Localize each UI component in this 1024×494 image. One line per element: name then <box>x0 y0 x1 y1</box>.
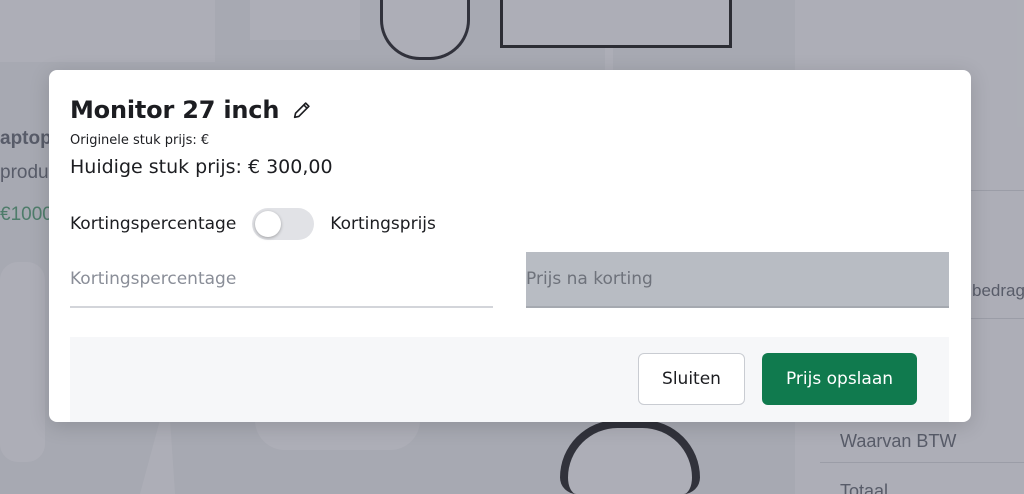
toggle-label-percentage: Kortingspercentage <box>70 214 237 234</box>
discount-percentage-field <box>70 252 493 308</box>
edit-price-dialog: Monitor 27 inch Originele stuk prijs: € … <box>49 70 971 422</box>
switch-knob <box>255 211 282 237</box>
pencil-icon[interactable] <box>291 99 313 121</box>
close-button[interactable]: Sluiten <box>638 353 745 405</box>
dialog-title: Monitor 27 inch <box>70 96 280 124</box>
save-price-button[interactable]: Prijs opslaan <box>762 353 917 405</box>
discount-mode-switch[interactable] <box>252 208 315 240</box>
price-after-discount-input <box>526 252 949 306</box>
discount-mode-toggle-row: Kortingspercentage Kortingsprijs <box>70 208 436 240</box>
discount-percentage-input[interactable] <box>70 252 493 306</box>
dialog-footer: Sluiten Prijs opslaan <box>70 337 949 422</box>
dialog-header: Monitor 27 inch <box>70 96 313 124</box>
toggle-label-price: Kortingsprijs <box>330 214 436 234</box>
original-price-text: Originele stuk prijs: € <box>70 133 210 148</box>
current-price-text: Huidige stuk prijs: € 300,00 <box>70 156 333 178</box>
price-after-discount-field <box>526 252 949 308</box>
